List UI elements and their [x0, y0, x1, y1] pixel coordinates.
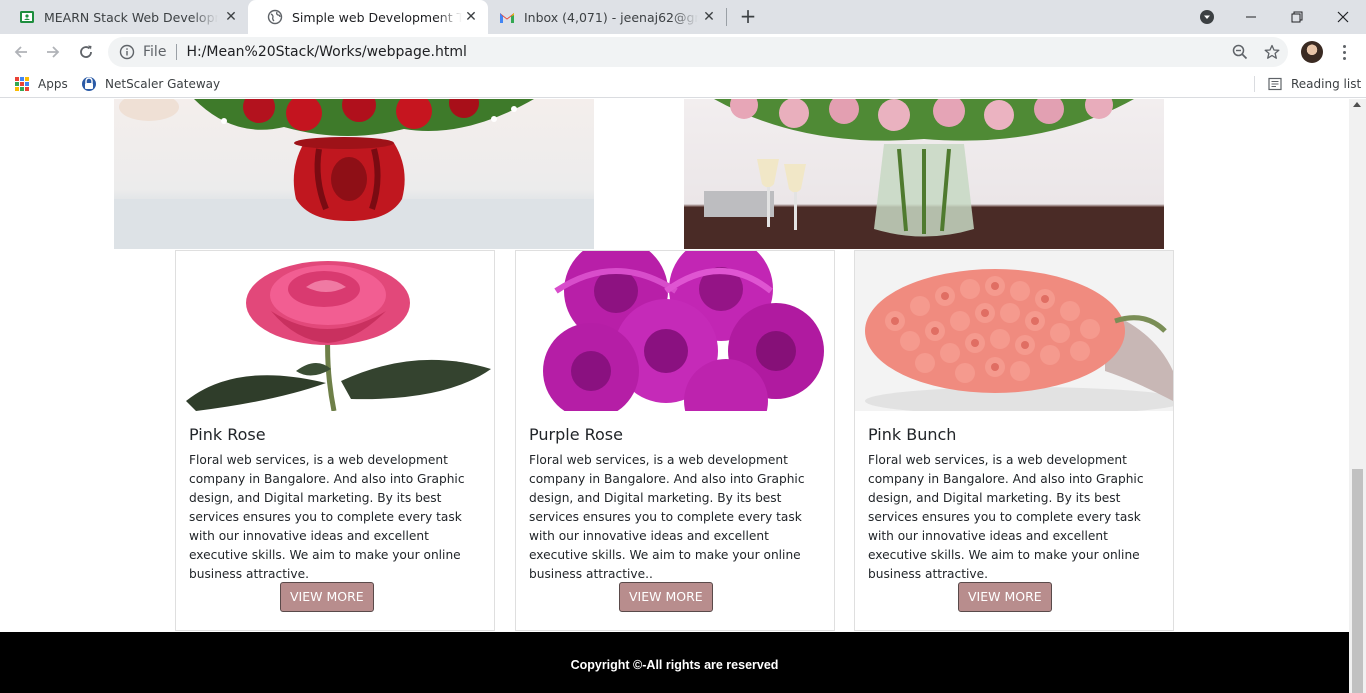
reload-icon	[80, 45, 92, 58]
bookmarks-divider	[1254, 76, 1255, 92]
view-more-button[interactable]: VIEW MORE	[280, 582, 374, 612]
netscaler-icon	[81, 76, 97, 92]
reload-button[interactable]	[74, 40, 98, 64]
menu-icon[interactable]	[1335, 40, 1353, 64]
gmail-icon	[499, 9, 515, 25]
product-card-purple-rose: Purple Rose Floral web services, is a we…	[515, 250, 835, 631]
omnibox-divider	[176, 44, 178, 60]
card-title: Pink Bunch	[868, 425, 957, 444]
card-description: Floral web services, is a web developmen…	[189, 453, 465, 581]
url-text[interactable]: H:/Mean%20Stack/Works/webpage.html	[186, 44, 466, 60]
globe-icon	[267, 9, 283, 25]
bookmark-star-button[interactable]	[1260, 40, 1284, 64]
restore-icon	[1291, 11, 1303, 23]
address-bar[interactable]: File H:/Mean%20Stack/Works/webpage.html	[108, 37, 1288, 67]
arrow-right-icon	[47, 46, 60, 58]
classroom-icon	[19, 9, 35, 25]
close-icon[interactable]: ✕	[464, 10, 478, 24]
card-title: Pink Rose	[189, 425, 266, 444]
tab-title: MEARN Stack Web Development	[44, 9, 218, 25]
view-more-button[interactable]: VIEW MORE	[958, 582, 1052, 612]
red-rose-bouquet-image	[114, 99, 594, 249]
bookmark-label: NetScaler Gateway	[105, 77, 221, 91]
reading-list-icon	[1267, 76, 1283, 92]
close-icon[interactable]: ✕	[224, 10, 238, 24]
bookmarks-bar: Apps NetScaler Gateway Reading list	[0, 70, 1366, 98]
view-more-button[interactable]: VIEW MORE	[619, 582, 713, 612]
minimize-icon	[1246, 16, 1256, 18]
page-footer: Copyright ©-All rights are reserved	[0, 632, 1349, 693]
bookmark-netscaler[interactable]: NetScaler Gateway	[81, 70, 220, 98]
scrollbar-thumb[interactable]	[1352, 469, 1363, 693]
scroll-up-arrow-icon[interactable]	[1353, 102, 1361, 107]
tab-strip: MEARN Stack Web Development ✕ Simple web…	[0, 0, 1366, 34]
reading-list-button[interactable]: Reading list	[1267, 70, 1361, 98]
card-description: Floral web services, is a web developmen…	[529, 453, 805, 581]
info-icon[interactable]	[119, 44, 135, 60]
zoom-button[interactable]	[1228, 40, 1252, 64]
apps-grid-icon	[14, 76, 30, 92]
vertical-scrollbar[interactable]	[1349, 99, 1366, 693]
tab-divider	[726, 8, 727, 26]
product-card-pink-rose: Pink Rose Floral web services, is a web …	[175, 250, 495, 631]
forward-button[interactable]	[41, 40, 65, 64]
copyright-text: Copyright ©-All rights are reserved	[570, 658, 779, 672]
star-icon	[1264, 44, 1280, 59]
arrow-left-icon	[14, 46, 27, 58]
bookmark-label: Apps	[38, 77, 68, 91]
reading-list-label: Reading list	[1291, 77, 1362, 91]
tab-title: Simple web Development Template	[292, 9, 462, 25]
back-button[interactable]	[9, 40, 33, 64]
scheme-label: File	[143, 44, 167, 60]
close-icon[interactable]: ✕	[702, 10, 716, 24]
page-viewport: Pink Rose Floral web services, is a web …	[0, 99, 1349, 693]
tab-simple-web[interactable]: Simple web Development Template ✕	[248, 0, 488, 34]
tab-title: Inbox (4,071) - jeenaj62@gmail.com	[524, 9, 698, 25]
bookmark-apps[interactable]: Apps	[14, 70, 68, 98]
product-card-pink-bunch: Pink Bunch Floral web services, is a web…	[854, 250, 1174, 631]
new-tab-button[interactable]: +	[737, 6, 759, 28]
pink-rose-image	[176, 251, 494, 411]
minimize-button[interactable]	[1228, 0, 1274, 34]
profile-avatar[interactable]	[1301, 41, 1323, 63]
window-close-button[interactable]	[1320, 0, 1366, 34]
restore-button[interactable]	[1274, 0, 1320, 34]
card-title: Purple Rose	[529, 425, 623, 444]
tab-search-button[interactable]	[1184, 0, 1230, 34]
chevron-down-icon	[1200, 10, 1214, 24]
close-icon	[1337, 11, 1349, 23]
tab-gmail[interactable]: Inbox (4,071) - jeenaj62@gmail.com ✕	[488, 0, 726, 34]
browser-toolbar: File H:/Mean%20Stack/Works/webpage.html	[0, 34, 1366, 70]
purple-rose-image	[516, 251, 834, 411]
tab-mearn[interactable]: MEARN Stack Web Development ✕	[0, 0, 248, 34]
zoom-out-icon	[1232, 44, 1248, 60]
pink-rose-vase-image	[684, 99, 1164, 249]
card-description: Floral web services, is a web developmen…	[868, 453, 1144, 581]
pink-bunch-image	[855, 251, 1173, 411]
